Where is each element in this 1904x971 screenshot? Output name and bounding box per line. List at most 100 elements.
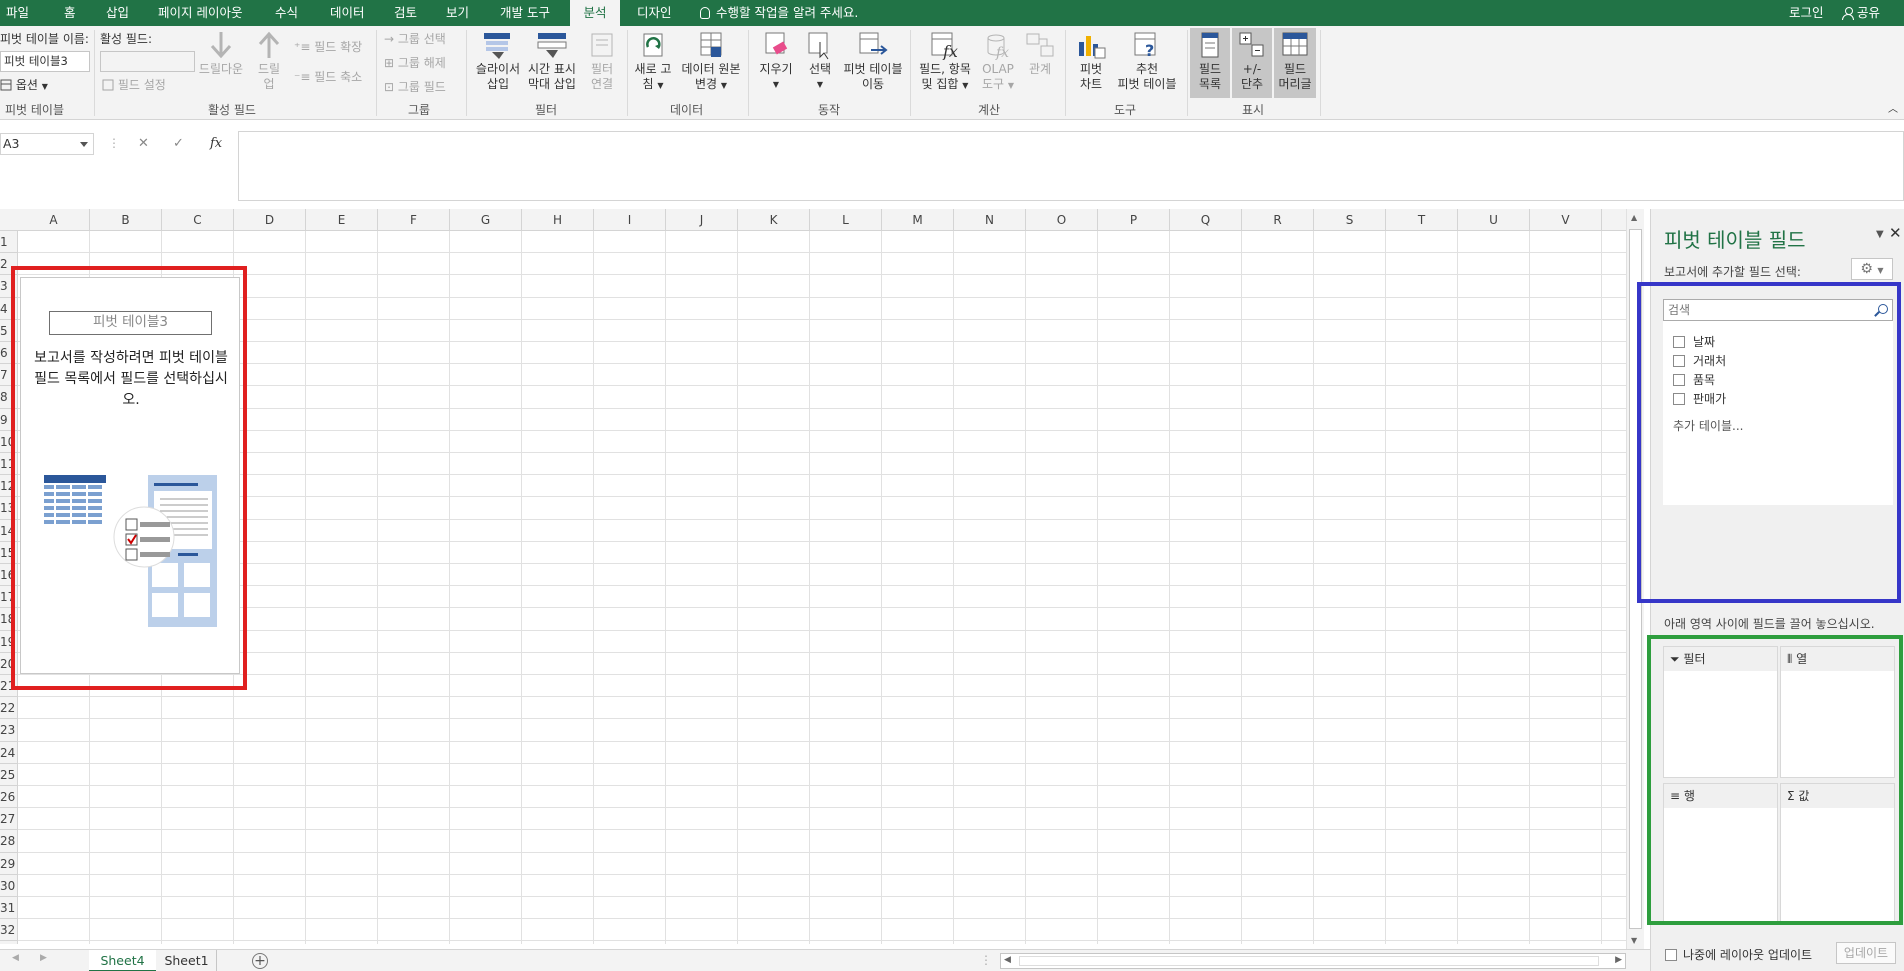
row-header[interactable]: 25 [0, 763, 18, 786]
column-header[interactable]: E [306, 209, 378, 231]
clear-button[interactable]: 지우기 ▼ [752, 30, 800, 92]
tab-design[interactable]: 디자인 [637, 0, 672, 26]
column-header[interactable]: B [90, 209, 162, 231]
row-header[interactable]: 33 [0, 941, 18, 944]
tab-analyze[interactable]: 분석 [570, 0, 620, 26]
pivot-name-input[interactable]: 피벗 테이블3 [0, 51, 90, 72]
tell-me-search[interactable]: 수행할 작업을 알려 주세요. [700, 0, 858, 26]
scroll-right-icon[interactable]: ▶ [1615, 955, 1622, 965]
column-header[interactable]: S [1314, 209, 1386, 231]
select-button[interactable]: 선택 ▼ [800, 30, 840, 92]
column-header[interactable]: V [1530, 209, 1602, 231]
column-header[interactable]: L [810, 209, 882, 231]
add-sheet-button[interactable]: + [252, 953, 268, 969]
next-sheet-icon[interactable]: ▶ [40, 953, 47, 963]
refresh-button[interactable]: 새로 고 침 ▼ [630, 30, 676, 93]
tab-developer[interactable]: 개발 도구 [500, 0, 550, 26]
group-field-button[interactable]: ⊡ 그룹 필드 [384, 80, 446, 95]
drill-down-button[interactable]: 드릴다운 [198, 30, 244, 77]
tab-view[interactable]: 보기 [446, 0, 469, 26]
login-link[interactable]: 로그인 [1789, 0, 1824, 26]
insert-function-icon[interactable]: fx [210, 133, 222, 155]
row-header[interactable]: 32 [0, 919, 18, 942]
plus-minus-buttons-toggle[interactable]: +/- 단추 [1232, 28, 1272, 98]
checkbox[interactable] [1665, 949, 1677, 961]
ungroup-button[interactable]: ⊞ 그룹 해제 [384, 56, 446, 71]
options-button[interactable]: 옵션 ▼ [0, 78, 48, 94]
row-header[interactable]: 31 [0, 897, 18, 920]
tab-formulas[interactable]: 수식 [275, 0, 298, 26]
close-icon[interactable]: ✕ [1889, 224, 1902, 242]
tab-home[interactable]: 홈 [64, 0, 76, 26]
column-header[interactable]: D [234, 209, 306, 231]
name-box[interactable]: A3 [0, 133, 94, 155]
relationships-button[interactable]: 관계 [1020, 30, 1060, 77]
column-header[interactable]: A [18, 209, 90, 231]
pivot-chart-button[interactable]: 피벗 차트 [1068, 30, 1114, 92]
row-header[interactable]: 29 [0, 852, 18, 875]
row-header[interactable]: 30 [0, 874, 18, 897]
prev-sheet-icon[interactable]: ◀ [12, 953, 19, 963]
column-header[interactable]: U [1458, 209, 1530, 231]
tab-data[interactable]: 데이터 [330, 0, 365, 26]
expand-field-button[interactable]: ⁺≡ 필드 확장 [294, 40, 362, 55]
column-header[interactable]: G [450, 209, 522, 231]
column-header[interactable]: K [738, 209, 810, 231]
column-header[interactable]: P [1098, 209, 1170, 231]
hscroll-thumb[interactable] [1019, 956, 1599, 966]
row-header[interactable]: 27 [0, 808, 18, 831]
row-header[interactable]: 26 [0, 786, 18, 809]
column-header[interactable]: R [1242, 209, 1314, 231]
tab-page-layout[interactable]: 페이지 레이아웃 [158, 0, 242, 26]
gear-icon[interactable]: ⚙ ▼ [1851, 258, 1893, 280]
olap-tools-button[interactable]: fx OLAP 도구 ▼ [978, 30, 1018, 93]
share-button[interactable]: 공유 [1842, 0, 1880, 26]
cancel-icon[interactable]: ✕ [138, 133, 149, 155]
collapse-field-button[interactable]: ⁻≡ 필드 축소 [294, 70, 362, 85]
column-header[interactable]: O [1026, 209, 1098, 231]
sheet-tab-sheet4[interactable]: Sheet4 [89, 950, 156, 971]
insert-slicer-button[interactable]: 슬라이서 삽입 [470, 30, 526, 92]
column-header[interactable]: C [162, 209, 234, 231]
column-header[interactable]: J [666, 209, 738, 231]
pane-options-icon[interactable]: ▼ [1876, 229, 1884, 240]
field-list-toggle[interactable]: 필드 목록 [1190, 28, 1230, 98]
enter-icon[interactable]: ✓ [173, 133, 184, 155]
row-header[interactable]: 24 [0, 741, 18, 764]
formula-input[interactable] [238, 131, 1904, 201]
tab-insert[interactable]: 삽입 [106, 0, 129, 26]
row-header[interactable]: 1 [0, 231, 18, 254]
collapse-ribbon-icon[interactable]: ︿ [1888, 102, 1898, 117]
tab-review[interactable]: 검토 [394, 0, 417, 26]
group-selection-button[interactable]: → 그룹 선택 [384, 32, 446, 47]
scroll-down-icon[interactable]: ▼ [1631, 936, 1637, 945]
fields-items-sets-button[interactable]: fx 필드, 항목 및 집합 ▼ [914, 30, 976, 93]
column-header[interactable]: Q [1170, 209, 1242, 231]
insert-timeline-button[interactable]: 시간 표시 막대 삽입 [524, 30, 580, 92]
scroll-up-icon[interactable]: ▲ [1631, 213, 1637, 222]
change-data-source-button[interactable]: 데이터 원본 변경 ▼ [678, 30, 744, 93]
row-header[interactable]: 28 [0, 830, 18, 853]
tab-splitter-icon[interactable]: ⋮ [980, 953, 992, 967]
sheet-tab-sheet1[interactable]: Sheet1 [157, 950, 217, 971]
field-settings-button[interactable]: 필드 설정 [102, 78, 166, 93]
column-header[interactable]: N [954, 209, 1026, 231]
move-pivot-button[interactable]: 피벗 테이블 이동 [840, 30, 906, 92]
column-header[interactable]: M [882, 209, 954, 231]
drill-up-button[interactable]: 드릴 업 [254, 30, 284, 92]
active-field-input[interactable] [100, 51, 195, 72]
column-header[interactable]: T [1386, 209, 1458, 231]
column-header[interactable]: I [594, 209, 666, 231]
column-header[interactable]: F [378, 209, 450, 231]
recommended-pivot-button[interactable]: ? 추천 피벗 테이블 [1112, 30, 1182, 92]
tab-file[interactable]: 파일 [6, 0, 29, 26]
row-header[interactable]: 23 [0, 719, 18, 742]
defer-update-checkbox[interactable]: 나중에 레이아웃 업데이트 [1665, 946, 1812, 963]
scroll-left-icon[interactable]: ◀ [1004, 955, 1011, 965]
horizontal-scrollbar[interactable]: ◀ ▶ [1000, 953, 1626, 969]
filter-connections-button[interactable]: 필터 연결 [582, 30, 622, 92]
row-header[interactable]: 22 [0, 697, 18, 720]
update-button[interactable]: 업데이트 [1836, 942, 1896, 964]
column-header[interactable]: H [522, 209, 594, 231]
field-headers-toggle[interactable]: 필드 머리글 [1274, 28, 1316, 98]
